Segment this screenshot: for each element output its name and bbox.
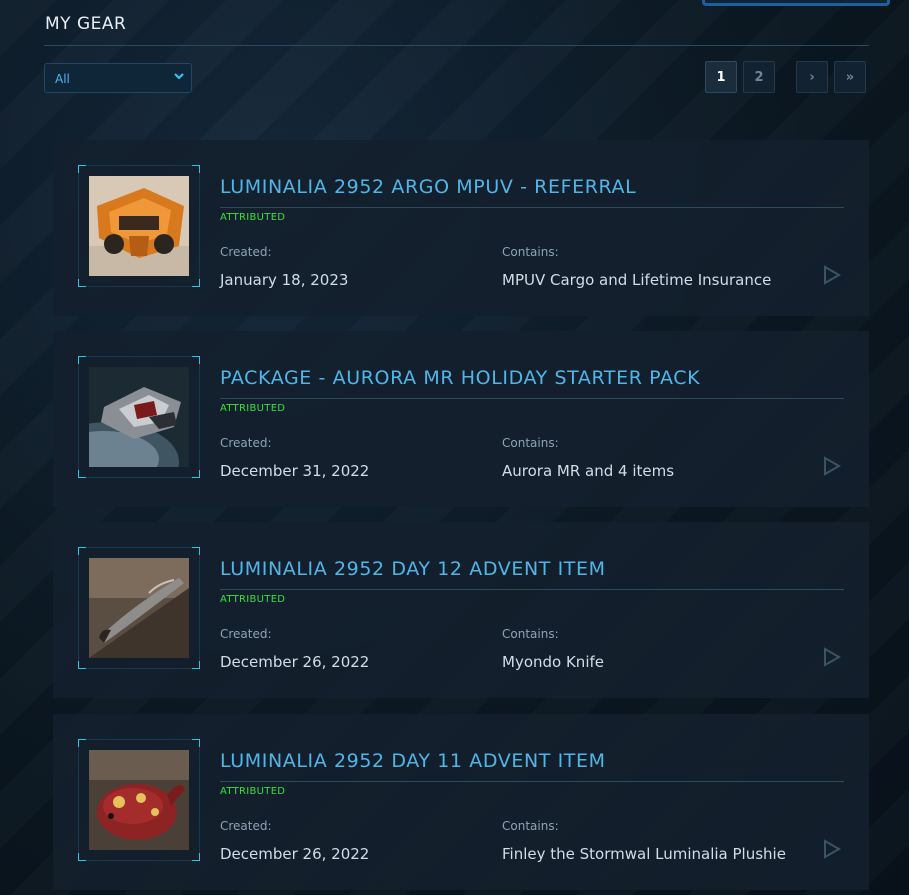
expand-play-icon[interactable] (823, 265, 842, 285)
item-divider (220, 207, 844, 208)
contains-label: Contains: (502, 627, 559, 641)
aurora-mr-ship-image (89, 367, 189, 467)
contains-value: MPUV Cargo and Lifetime Insurance (502, 271, 772, 289)
expand-play-icon[interactable] (823, 456, 842, 476)
contains-label: Contains: (502, 436, 559, 450)
expand-play-icon[interactable] (823, 839, 842, 859)
created-date: December 26, 2022 (220, 845, 370, 863)
item-title-link[interactable]: LUMINALIA 2952 DAY 11 ADVENT ITEM (220, 750, 606, 772)
status-badge: ATTRIBUTED (220, 212, 286, 223)
contains-value: Finley the Stormwal Luminalia Plushie (502, 845, 786, 863)
argo-mpuv-ship-image (89, 176, 189, 276)
created-date: January 18, 2023 (220, 271, 349, 289)
item-title-link[interactable]: LUMINALIA 2952 ARGO MPUV - REFERRAL (220, 176, 636, 198)
status-badge: ATTRIBUTED (220, 403, 286, 414)
created-label: Created: (220, 436, 272, 450)
status-badge: ATTRIBUTED (220, 786, 286, 797)
last-page-button[interactable]: » (834, 61, 866, 93)
chevron-down-icon (173, 70, 185, 82)
page-button-1[interactable]: 1 (705, 61, 737, 93)
gear-item-card[interactable]: LUMINALIA 2952 DAY 12 ADVENT ITEM ATTRIB… (53, 522, 869, 698)
item-divider (220, 589, 844, 590)
created-label: Created: (220, 819, 272, 833)
gear-item-card[interactable]: PACKAGE - AURORA MR HOLIDAY STARTER PACK… (53, 331, 869, 507)
expand-play-icon[interactable] (823, 647, 842, 667)
item-divider (220, 398, 844, 399)
created-date: December 26, 2022 (220, 653, 370, 671)
item-divider (220, 781, 844, 782)
contains-value: Myondo Knife (502, 653, 604, 671)
item-thumbnail-frame (78, 547, 200, 669)
created-label: Created: (220, 627, 272, 641)
title-divider (44, 45, 869, 46)
next-page-button[interactable]: › (796, 61, 828, 93)
item-title-link[interactable]: LUMINALIA 2952 DAY 12 ADVENT ITEM (220, 558, 606, 580)
page-button-2[interactable]: 2 (743, 61, 775, 93)
gear-item-card[interactable]: LUMINALIA 2952 ARGO MPUV - REFERRAL ATTR… (53, 140, 869, 316)
category-filter-select[interactable]: All (44, 63, 192, 93)
item-thumbnail-frame (78, 739, 200, 861)
item-title-link[interactable]: PACKAGE - AURORA MR HOLIDAY STARTER PACK (220, 367, 700, 389)
top-nav-tab-edge (702, 0, 890, 6)
page-title: MY GEAR (45, 14, 127, 34)
status-badge: ATTRIBUTED (220, 594, 286, 605)
filter-selected-value: All (55, 72, 70, 86)
gear-item-card[interactable]: LUMINALIA 2952 DAY 11 ADVENT ITEM ATTRIB… (53, 714, 869, 890)
contains-label: Contains: (502, 245, 559, 259)
created-date: December 31, 2022 (220, 462, 370, 480)
plushie-image (89, 750, 189, 850)
contains-label: Contains: (502, 819, 559, 833)
contains-value: Aurora MR and 4 items (502, 462, 675, 480)
knife-image (89, 558, 189, 658)
created-label: Created: (220, 245, 272, 259)
item-thumbnail-frame (78, 356, 200, 478)
item-thumbnail-frame (78, 165, 200, 287)
